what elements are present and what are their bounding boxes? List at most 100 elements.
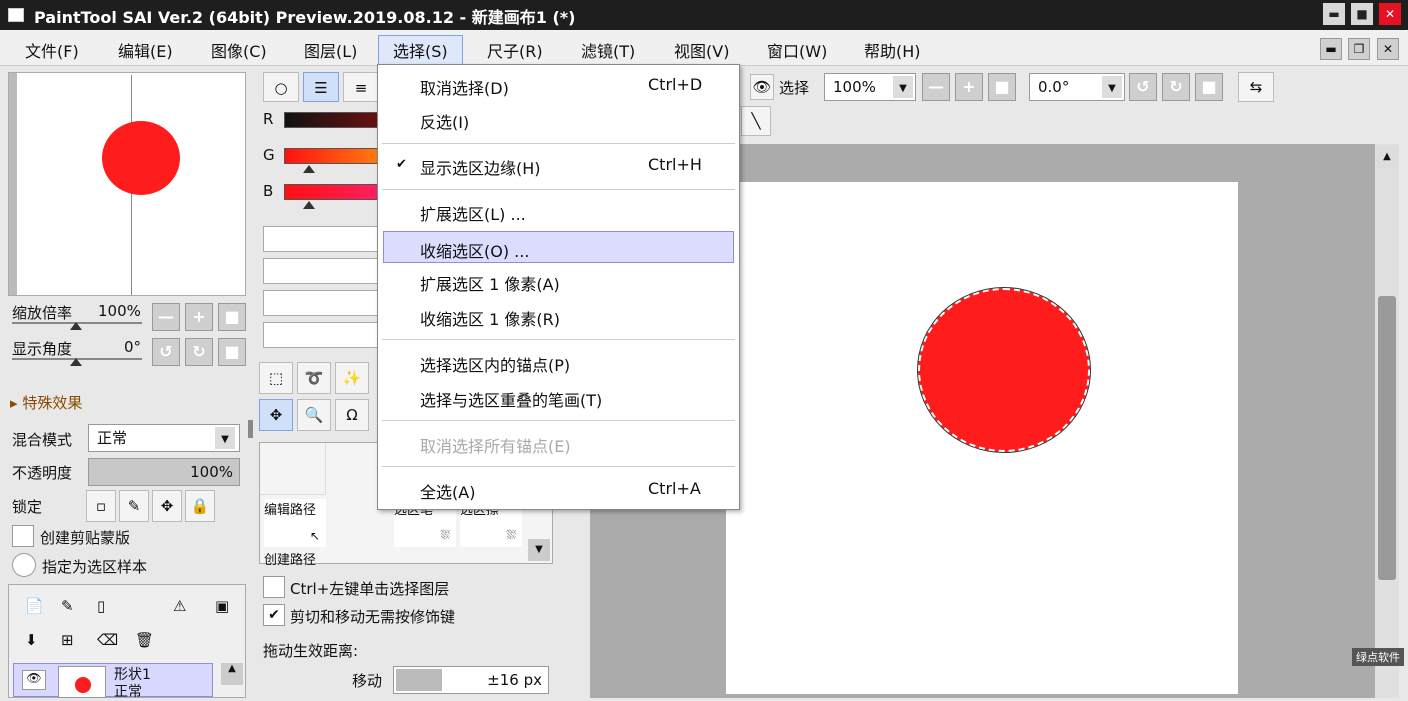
menu-filter[interactable]: 滤镜(T) <box>581 38 635 62</box>
vertical-scrollbar[interactable]: ▲ <box>1375 144 1399 698</box>
close-button[interactable]: ✕ <box>1379 3 1401 25</box>
lock-paint-icon[interactable]: ✎ <box>119 490 149 522</box>
menu-item-select-anchors[interactable]: 选择选区内的锚点(P) <box>378 346 739 378</box>
layer-row[interactable]: 👁 形状1 正常 <box>13 663 213 700</box>
menu-view[interactable]: 视图(V) <box>674 38 729 62</box>
rgb-slider-icon[interactable]: ☰ <box>303 72 339 102</box>
zoom-tool-icon[interactable]: 🔍 <box>297 399 331 431</box>
angle-select[interactable]: 0.0° ▼ <box>1029 73 1125 101</box>
rotate-ccw-button[interactable]: ↺ <box>152 338 180 366</box>
clear-layer-icon[interactable]: ⌫ <box>97 631 118 649</box>
zoom-out-button[interactable]: — <box>152 303 180 331</box>
cut-move-checkbox[interactable]: ✔ <box>263 604 285 626</box>
menu-item-expand[interactable]: 扩展选区(L) ... <box>378 195 739 227</box>
red-circle-selection[interactable] <box>917 287 1091 453</box>
g-slider-handle[interactable] <box>303 165 315 173</box>
panel-splitter[interactable] <box>248 420 253 438</box>
navigator-preview[interactable] <box>8 72 246 296</box>
menu-help[interactable]: 帮助(H) <box>864 38 921 62</box>
create-path-label[interactable]: 创建路径 <box>264 549 316 568</box>
flip-horizontal-icon[interactable]: ⇆ <box>1238 72 1274 102</box>
toolbar-rotate-cw[interactable]: ↻ <box>1162 73 1190 101</box>
doc-close-icon[interactable]: ✕ <box>1377 38 1399 60</box>
menu-ruler[interactable]: 尺子(R) <box>487 38 543 62</box>
toolbar-rotate-ccw[interactable]: ↺ <box>1129 73 1157 101</box>
new-linework-icon[interactable]: ✎ <box>61 597 74 615</box>
menu-item-show-edges[interactable]: ✔ 显示选区边缘(H) Ctrl+H <box>378 149 739 181</box>
menu-item-shrink-1px[interactable]: 收缩选区 1 像素(R) <box>378 300 739 332</box>
color-wheel-icon[interactable]: ○ <box>263 72 299 102</box>
zoom-in-button[interactable]: + <box>185 303 213 331</box>
lock-all-icon[interactable]: 🔒 <box>185 490 215 522</box>
navigator-scrollbar[interactable] <box>9 73 17 295</box>
new-layer-icon[interactable]: 📄 <box>25 597 44 615</box>
b-slider-handle[interactable] <box>303 201 315 209</box>
path-scroll-down[interactable]: ▼ <box>528 539 550 561</box>
zoom-reset-button[interactable]: ■ <box>218 303 246 331</box>
rotate-tool-icon[interactable]: Ω <box>335 399 369 431</box>
merge-down-icon[interactable]: ⬇ <box>25 631 38 649</box>
menu-item-select-strokes[interactable]: 选择与选区重叠的笔画(T) <box>378 381 739 413</box>
edit-path-tool[interactable]: 编辑路径 ↖ <box>264 499 326 547</box>
minimize-button[interactable]: ▬ <box>1323 3 1345 25</box>
blend-mode-select[interactable]: 正常 ▼ <box>88 424 240 452</box>
ctrl-click-checkbox[interactable] <box>263 576 285 598</box>
menu-item-shrink[interactable]: 收缩选区(O) ... <box>383 231 734 263</box>
rotate-cw-button[interactable]: ↻ <box>185 338 213 366</box>
angle-slider-handle[interactable] <box>70 358 82 366</box>
canvas-paper[interactable] <box>726 182 1238 694</box>
doc-minimize-icon[interactable]: ▬ <box>1320 38 1342 60</box>
color-swatch-1[interactable] <box>263 226 378 252</box>
layer-mode: 正常 <box>114 684 142 700</box>
toolbar-zoom-reset[interactable]: ■ <box>988 73 1016 101</box>
toolbar-rotate-reset[interactable]: ■ <box>1195 73 1223 101</box>
lasso-icon[interactable]: ➰ <box>297 362 331 394</box>
selection-sample-radio[interactable] <box>12 553 36 577</box>
menu-item-select-all[interactable]: 全选(A) Ctrl+A <box>378 473 739 505</box>
toolbar-zoom-in[interactable]: + <box>955 73 983 101</box>
color-swatch-4[interactable] <box>263 322 378 348</box>
scroll-up-icon[interactable]: ▲ <box>1376 146 1398 168</box>
mask-icon[interactable]: ▣ <box>215 597 229 615</box>
effects-toggle[interactable]: ▸ 特殊效果 <box>10 392 82 413</box>
shape-layer-icon[interactable]: ⚠ <box>173 597 186 615</box>
magic-wand-icon[interactable]: ✨ <box>335 362 369 394</box>
move-tool-icon[interactable]: ✥ <box>259 399 293 431</box>
zoom-select[interactable]: 100% ▼ <box>824 73 916 101</box>
rotate-reset-button[interactable]: ■ <box>218 338 246 366</box>
maximize-button[interactable]: ■ <box>1351 3 1373 25</box>
move-distance-slider[interactable]: ±16 px <box>393 666 549 694</box>
menu-edit[interactable]: 编辑(E) <box>118 38 173 62</box>
line-tool-icon[interactable]: ╲ <box>741 106 771 136</box>
scroll-thumb[interactable] <box>1378 296 1396 580</box>
lock-move-icon[interactable]: ✥ <box>152 490 182 522</box>
duplicate-icon[interactable]: ⊞ <box>61 631 74 649</box>
menu-item-expand-1px[interactable]: 扩展选区 1 像素(A) <box>378 265 739 297</box>
color-swatch-2[interactable] <box>263 258 378 284</box>
clip-mask-checkbox[interactable] <box>12 525 34 547</box>
layer-scroll-up[interactable]: ▲ <box>221 663 243 685</box>
eye-icon[interactable]: 👁 <box>22 670 46 690</box>
menu-window[interactable]: 窗口(W) <box>767 38 827 62</box>
doc-restore-icon[interactable]: ❐ <box>1348 38 1370 60</box>
hsv-slider-icon[interactable]: ≡ <box>343 72 379 102</box>
rect-select-icon[interactable]: ⬚ <box>259 362 293 394</box>
menu-file[interactable]: 文件(F) <box>25 38 79 62</box>
toolbar-zoom-out[interactable]: — <box>922 73 950 101</box>
menu-image[interactable]: 图像(C) <box>211 38 267 62</box>
menu-layer[interactable]: 图层(L) <box>304 38 357 62</box>
menu-select[interactable]: 选择(S) <box>378 35 463 65</box>
layer-panel: 📄 ✎ ▯ ⚠ ▣ ⬇ ⊞ ⌫ 🗑 👁 形状1 正常 ▲ <box>8 584 246 700</box>
opacity-slider[interactable]: 100% <box>88 458 240 486</box>
show-selection-icon[interactable]: 👁 <box>750 74 774 100</box>
b-slider[interactable] <box>284 184 378 200</box>
trash-icon[interactable]: 🗑 <box>135 631 154 649</box>
menu-item-deselect[interactable]: 取消选择(D) Ctrl+D <box>378 69 739 101</box>
new-folder-icon[interactable]: ▯ <box>97 597 105 615</box>
g-slider[interactable] <box>284 148 378 164</box>
color-swatch-3[interactable] <box>263 290 378 316</box>
zoom-slider-handle[interactable] <box>70 322 82 330</box>
lock-transparency-icon[interactable]: ▫ <box>86 490 116 522</box>
r-slider[interactable] <box>284 112 378 128</box>
menu-item-invert[interactable]: 反选(I) <box>378 103 739 135</box>
